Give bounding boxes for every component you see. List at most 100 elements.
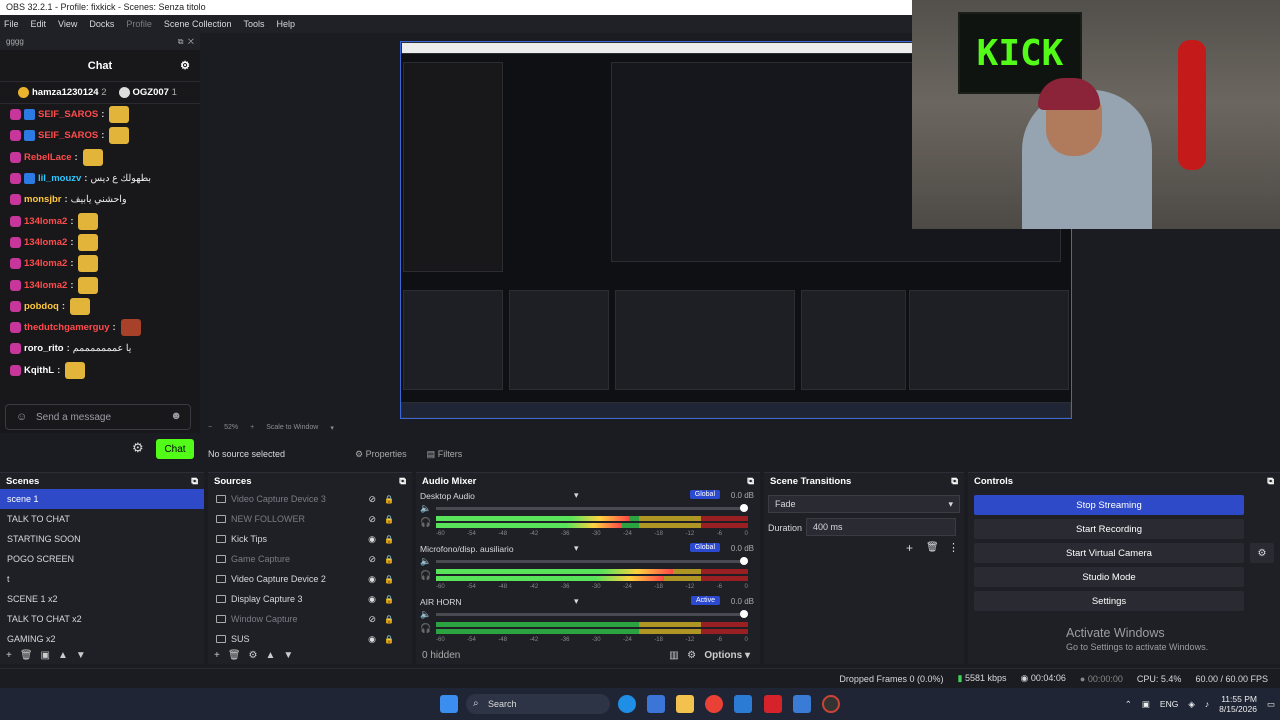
chat-username[interactable]: monsjbr <box>24 194 61 205</box>
menu-item-tools[interactable]: Tools <box>243 19 264 29</box>
chat-username[interactable]: 134loma2 <box>24 280 67 291</box>
source-item[interactable]: Window Capture ⊘ 🔒 <box>208 609 412 629</box>
lock-icon[interactable]: 🔒 <box>384 495 394 504</box>
chat-username[interactable]: KqithL <box>24 365 54 376</box>
chat-username[interactable]: lil_mouzv <box>38 173 81 184</box>
monitor-icon[interactable]: 🎧 <box>420 570 431 581</box>
scene-item[interactable]: TALK TO CHAT <box>0 509 204 529</box>
scene-item[interactable]: STARTING SOON <box>0 529 204 549</box>
lock-icon[interactable]: 🔒 <box>384 515 394 524</box>
notepad-icon[interactable] <box>793 695 811 713</box>
speaker-icon[interactable]: 🔈 <box>420 503 431 514</box>
chat-username[interactable]: roro_rito <box>24 343 64 354</box>
eye-off-icon[interactable]: ⊘ <box>368 514 376 525</box>
volume-knob[interactable] <box>740 557 748 565</box>
lock-icon[interactable]: 🔒 <box>384 535 394 544</box>
move-up-icon[interactable]: ▲ <box>266 650 276 661</box>
zoom-out-icon[interactable]: − <box>208 424 212 436</box>
properties-button[interactable]: ⚙ Properties <box>355 449 407 460</box>
zoom-level[interactable]: 52% <box>224 424 238 436</box>
edge-browser-icon[interactable] <box>618 695 636 713</box>
source-item[interactable]: Display Capture 3 ◉ 🔒 <box>208 589 412 609</box>
start-virtual-camera-button[interactable]: Start Virtual Camera <box>974 543 1244 563</box>
chat-username[interactable]: 134loma2 <box>24 258 67 269</box>
lock-icon[interactable]: 🔒 <box>384 595 394 604</box>
source-item[interactable]: NEW FOLLOWER ⊘ 🔒 <box>208 509 412 529</box>
scale-mode[interactable]: Scale to Window <box>266 424 318 436</box>
emote-icon[interactable]: ☻ <box>170 410 182 422</box>
chat-username[interactable]: pobdoq <box>24 301 59 312</box>
source-item[interactable]: Kick Tips ◉ 🔒 <box>208 529 412 549</box>
remove-source-icon[interactable]: 🗑 <box>228 650 241 661</box>
move-down-icon[interactable]: ▼ <box>283 650 293 661</box>
transition-select[interactable]: Fade ▾ <box>768 495 960 513</box>
zoom-in-icon[interactable]: + <box>250 424 254 436</box>
chrome-icon[interactable] <box>705 695 723 713</box>
scene-filters-icon[interactable]: ▣ <box>41 650 50 661</box>
chat-send-button[interactable]: Chat <box>156 439 194 459</box>
layout-toggle-icon[interactable]: ▥ <box>669 650 678 661</box>
undock-icon[interactable]: ⧉ <box>1267 476 1274 487</box>
eye-off-icon[interactable]: ⊘ <box>368 614 376 625</box>
wps-office-icon[interactable] <box>764 695 782 713</box>
undock-icon[interactable]: ⧉ <box>399 476 406 487</box>
taskbar-search[interactable]: ⌕ Search <box>466 694 610 714</box>
transition-menu-icon[interactable]: ⋮ <box>948 541 959 554</box>
source-item[interactable]: Video Capture Device 3 ⊘ 🔒 <box>208 489 412 509</box>
windows-start-icon[interactable] <box>440 695 458 713</box>
scene-item[interactable]: t <box>0 569 204 589</box>
menu-item-docks[interactable]: Docks <box>89 19 114 29</box>
chat-input[interactable]: ☺ Send a message ☻ <box>5 404 191 430</box>
pinned-gifter[interactable]: hamza1230124 2 <box>18 86 107 98</box>
clock[interactable]: 11:55 PM 8/15/2026 <box>1219 694 1257 714</box>
move-down-icon[interactable]: ▼ <box>76 650 86 661</box>
lock-icon[interactable]: 🔒 <box>384 615 394 624</box>
notification-icon[interactable]: ▭ <box>1267 699 1275 710</box>
lock-icon[interactable]: 🔒 <box>384 575 394 584</box>
chat-username[interactable]: SEIF_SAROS <box>38 109 98 120</box>
volume-slider[interactable] <box>436 610 748 618</box>
chat-gear-icon[interactable]: ⚙ <box>132 441 146 455</box>
eye-icon[interactable]: ◉ <box>368 574 376 585</box>
volume-slider[interactable] <box>436 504 748 512</box>
menu-item-file[interactable]: File <box>4 19 19 29</box>
undock-icon[interactable]: ⧉ <box>747 476 754 487</box>
virtual-camera-settings-icon[interactable]: ⚙ <box>1250 543 1274 563</box>
chat-username[interactable]: 134loma2 <box>24 216 67 227</box>
menu-item-profile[interactable]: Profile <box>126 19 152 29</box>
scene-item[interactable]: TALK TO CHAT x2 <box>0 609 204 629</box>
chat-username[interactable]: RebelLace <box>24 152 72 163</box>
scene-item[interactable]: scene 1 <box>0 489 204 509</box>
settings-button[interactable]: Settings <box>974 591 1244 611</box>
eye-icon[interactable]: ◉ <box>368 534 376 545</box>
eye-icon[interactable]: ◉ <box>368 594 376 605</box>
undock-icon[interactable]: ⧉ <box>951 476 958 487</box>
source-item[interactable]: Video Capture Device 2 ◉ 🔒 <box>208 569 412 589</box>
eye-off-icon[interactable]: ⊘ <box>368 494 376 505</box>
scene-item[interactable]: SCENE 1 x2 <box>0 589 204 609</box>
remove-transition-icon[interactable]: 🗑 <box>926 542 939 553</box>
menu-item-view[interactable]: View <box>58 19 77 29</box>
monitor-icon[interactable]: 🎧 <box>420 517 431 528</box>
move-up-icon[interactable]: ▲ <box>58 650 68 661</box>
lock-icon[interactable]: 🔒 <box>384 635 394 644</box>
source-item[interactable]: Game Capture ⊘ 🔒 <box>208 549 412 569</box>
mail-icon[interactable] <box>734 695 752 713</box>
emoji-picker-icon[interactable]: ☺ <box>16 411 27 423</box>
lock-icon[interactable]: 🔒 <box>384 555 394 564</box>
chat-username[interactable]: SEIF_SAROS <box>38 130 98 141</box>
tray-overflow-icon[interactable]: ⌃ <box>1125 699 1132 710</box>
speaker-icon[interactable]: 🔈 <box>420 556 431 567</box>
chat-username[interactable]: 134loma2 <box>24 237 67 248</box>
stop-streaming-button[interactable]: Stop Streaming <box>974 495 1244 515</box>
volume-icon[interactable]: ♪ <box>1205 699 1209 709</box>
network-icon[interactable]: ◈ <box>1188 699 1195 710</box>
language-indicator[interactable]: ENG <box>1160 699 1178 709</box>
add-scene-icon[interactable]: + <box>6 650 12 661</box>
add-source-icon[interactable]: + <box>214 650 220 661</box>
scene-item[interactable]: POGO SCREEN <box>0 549 204 569</box>
source-properties-icon[interactable]: ⚙ <box>249 650 258 661</box>
eye-icon[interactable]: ◉ <box>368 634 376 645</box>
chevron-down-icon[interactable]: ▾ <box>574 596 579 607</box>
tray-app-icon[interactable]: ▣ <box>1142 699 1150 710</box>
